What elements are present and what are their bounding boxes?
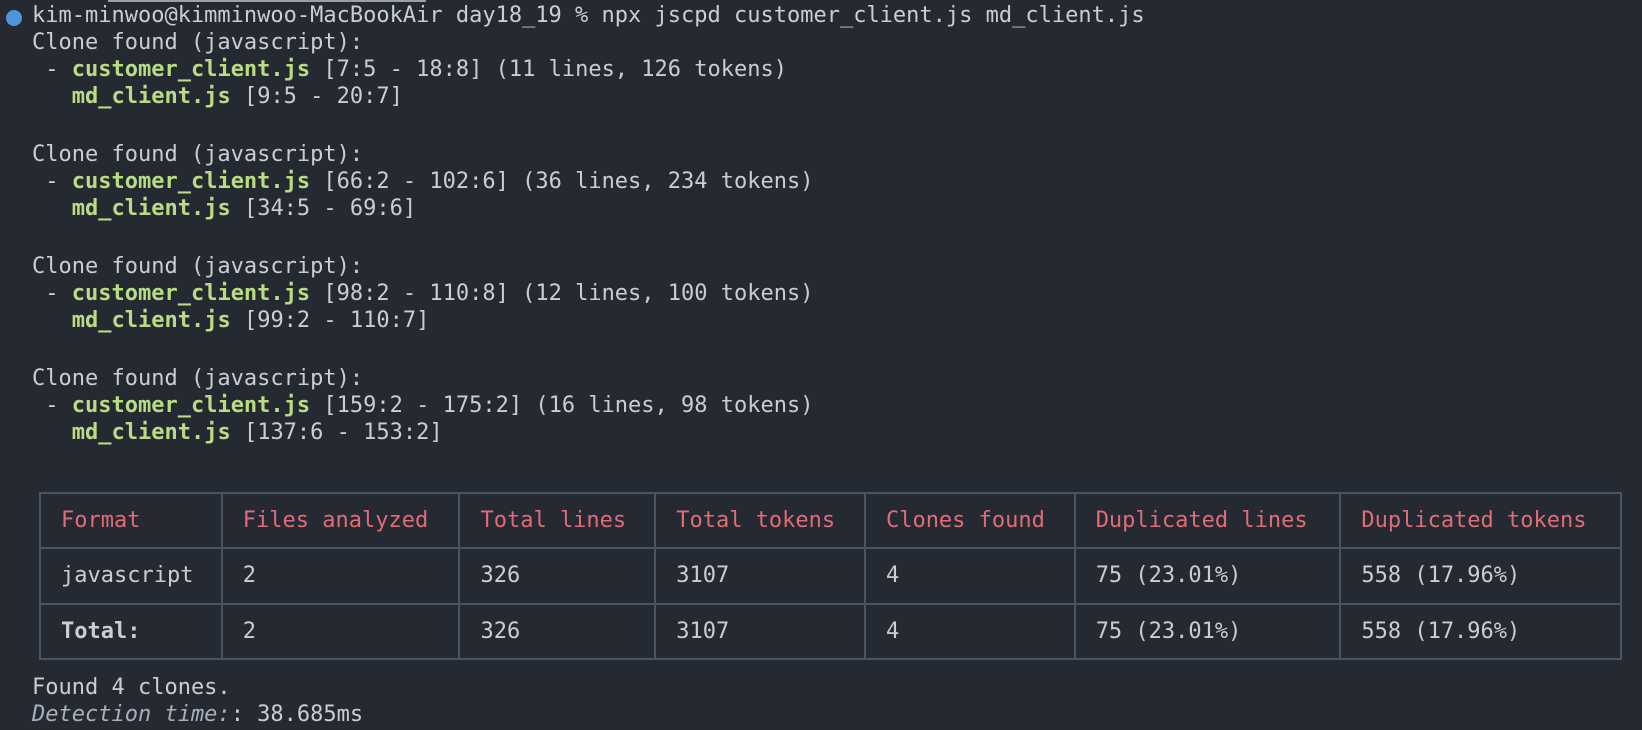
- clone-header: Clone found (javascript):: [32, 30, 364, 55]
- header-total-lines: Total lines: [458, 491, 657, 550]
- clone-target-line: md_client.js [99:2 - 110:7]: [32, 307, 430, 335]
- cell-duplicated-lines: 75 (23.01%): [1073, 602, 1342, 661]
- clone-source-line: - customer_client.js [159:2 - 175:2] (16…: [32, 392, 814, 420]
- clone-file-a: customer_client.js: [71, 57, 311, 82]
- table-header-row: Format Files analyzed Total lines Total …: [39, 491, 1622, 550]
- clone-file-b: md_client.js: [71, 196, 231, 221]
- header-duplicated-lines: Duplicated lines: [1073, 491, 1342, 550]
- clone-header: Clone found (javascript):: [32, 254, 364, 279]
- clone-file-b: md_client.js: [71, 84, 231, 109]
- clone-header: Clone found (javascript):: [32, 366, 364, 391]
- command-line[interactable]: kim-minwoo@kimminwoo-MacBookAir day18_19…: [32, 2, 1145, 30]
- clone-file-b: md_client.js: [71, 308, 231, 333]
- detection-time-label: Detection time:: [32, 702, 231, 727]
- clone-source-line: - customer_client.js [66:2 - 102:6] (36 …: [32, 168, 814, 196]
- clone-file-b: md_client.js: [71, 420, 231, 445]
- header-files-analyzed: Files analyzed: [220, 491, 461, 550]
- clone-range-b: [9:5 - 20:7]: [230, 84, 403, 109]
- header-format: Format: [39, 491, 223, 550]
- prompt-status-dot-icon: [6, 10, 22, 26]
- cell-total-lines: 326: [458, 547, 657, 605]
- detection-time-line: Detection time:: 38.685ms: [32, 701, 363, 729]
- clone-file-a: customer_client.js: [71, 169, 311, 194]
- clone-range-a: [159:2 - 175:2] (16 lines, 98 tokens): [310, 393, 814, 418]
- clone-range-a: [66:2 - 102:6] (36 lines, 234 tokens): [310, 169, 814, 194]
- clone-range-b: [137:6 - 153:2]: [230, 420, 443, 445]
- cell-duplicated-lines: 75 (23.01%): [1073, 547, 1342, 605]
- dash: -: [32, 169, 72, 194]
- clone-target-line: md_client.js [34:5 - 69:6]: [32, 195, 416, 223]
- clone-range-b: [34:5 - 69:6]: [230, 196, 417, 221]
- clone-file-a: customer_client.js: [71, 281, 311, 306]
- clone-source-line: - customer_client.js [7:5 - 18:8] (11 li…: [32, 56, 787, 84]
- cell-format: javascript: [39, 547, 223, 605]
- cell-total-tokens: 3107: [654, 547, 866, 605]
- cell-files-analyzed: 2: [220, 547, 461, 605]
- clone-header: Clone found (javascript):: [32, 142, 364, 167]
- header-clones-found: Clones found: [863, 491, 1076, 550]
- clone-range-b: [99:2 - 110:7]: [230, 308, 430, 333]
- found-summary: Found 4 clones.: [32, 675, 231, 700]
- cell-total-label: Total:: [39, 602, 223, 661]
- dash: -: [32, 281, 72, 306]
- header-total-tokens: Total tokens: [654, 491, 866, 550]
- cell-duplicated-tokens: 558 (17.96%): [1339, 547, 1622, 605]
- clone-file-a: customer_client.js: [71, 393, 311, 418]
- cell-clones-found: 4: [863, 602, 1076, 661]
- clone-target-line: md_client.js [137:6 - 153:2]: [32, 419, 443, 447]
- clone-range-a: [7:5 - 18:8] (11 lines, 126 tokens): [310, 57, 787, 82]
- table-row: javascript 2 326 3107 4 75 (23.01%) 558 …: [39, 547, 1622, 605]
- table-total-row: Total: 2 326 3107 4 75 (23.01%) 558 (17.…: [39, 602, 1622, 661]
- cell-clones-found: 4: [863, 547, 1076, 605]
- cell-total-lines: 326: [458, 602, 657, 661]
- header-duplicated-tokens: Duplicated tokens: [1339, 491, 1622, 550]
- detection-time-value: : 38.685ms: [230, 702, 364, 727]
- clone-target-line: md_client.js [9:5 - 20:7]: [32, 83, 403, 111]
- cell-files-analyzed: 2: [220, 602, 461, 661]
- clone-source-line: - customer_client.js [98:2 - 110:8] (12 …: [32, 280, 814, 308]
- dash: -: [32, 393, 72, 418]
- clone-range-a: [98:2 - 110:8] (12 lines, 100 tokens): [310, 281, 814, 306]
- dash: -: [32, 57, 72, 82]
- summary-table: Format Files analyzed Total lines Total …: [39, 491, 1622, 661]
- cell-total-tokens: 3107: [654, 602, 866, 661]
- cell-duplicated-tokens: 558 (17.96%): [1339, 602, 1622, 661]
